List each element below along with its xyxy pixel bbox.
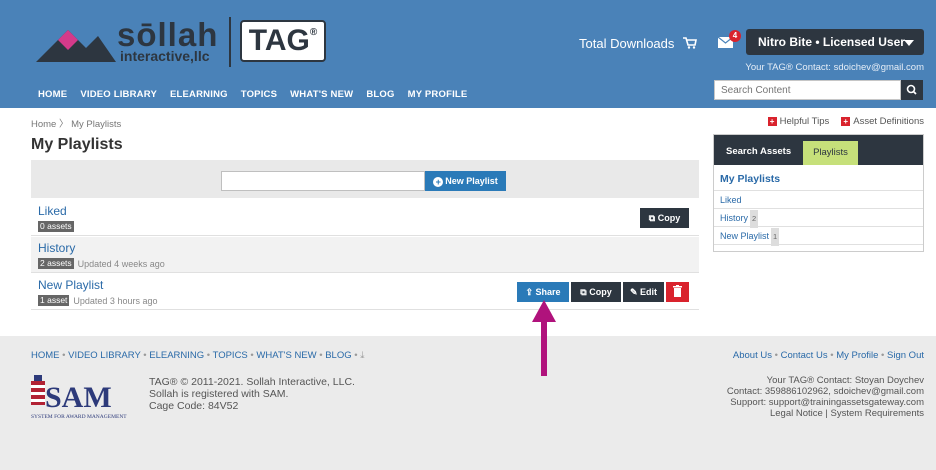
playlist-row-liked: Liked 0 assets ⧉ Copy xyxy=(31,200,699,236)
logo-brand-text: sōllah xyxy=(117,16,219,53)
main-nav: HOME VIDEO LIBRARY ELEARNING TOPICS WHAT… xyxy=(38,89,467,100)
share-icon: ⇪ xyxy=(525,287,536,297)
nav-blog[interactable]: BLOG xyxy=(366,89,394,100)
search-button[interactable] xyxy=(901,80,923,100)
breadcrumb: Home 〉 My Playlists xyxy=(31,116,121,130)
playlist-name[interactable]: History xyxy=(38,241,75,255)
asset-definitions-link[interactable]: + Asset Definitions xyxy=(841,116,924,127)
footer-link-elearning[interactable]: ELEARNING xyxy=(149,350,204,361)
footer-link-contact[interactable]: Contact Us xyxy=(781,350,828,361)
nav-home[interactable]: HOME xyxy=(38,89,67,100)
search-input[interactable] xyxy=(714,80,901,100)
cart-icon[interactable] xyxy=(683,37,697,49)
share-button[interactable]: ⇪ Share xyxy=(517,282,569,302)
helpful-tips-link[interactable]: + Helpful Tips xyxy=(767,116,829,127)
sidebar-item-history[interactable]: History 2 xyxy=(714,209,923,228)
playlist-row-new-playlist: New Playlist 1 asset Updated 3 hours ago… xyxy=(31,274,699,310)
svg-text:SYSTEM FOR AWARD MANAGEMENT: SYSTEM FOR AWARD MANAGEMENT xyxy=(31,414,127,420)
delete-button[interactable] xyxy=(666,282,689,302)
sollah-logo-icon[interactable] xyxy=(36,24,116,62)
nav-elearning[interactable]: ELEARNING xyxy=(170,89,228,100)
user-menu-button[interactable]: Nitro Bite • Licensed User xyxy=(746,29,924,55)
footer-account-links: About Us • Contact Us • My Profile • Sig… xyxy=(732,350,924,361)
trash-icon xyxy=(673,285,682,297)
nav-my-profile[interactable]: MY PROFILE xyxy=(408,89,468,100)
annotation-arrow-icon xyxy=(532,300,556,376)
copy-button[interactable]: ⧉ Copy xyxy=(571,282,621,302)
footer-nav: HOME • VIDEO LIBRARY • ELEARNING • TOPIC… xyxy=(31,350,365,361)
tag-logo[interactable]: TAG® xyxy=(240,20,326,62)
count-badge: 2 xyxy=(750,210,759,228)
updated-time: Updated 4 weeks ago xyxy=(77,258,165,269)
asset-count-badge: 2 assets xyxy=(38,258,74,269)
edit-button[interactable]: ✎ Edit xyxy=(623,282,664,302)
nav-topics[interactable]: TOPICS xyxy=(241,89,277,100)
playlist-sidebar: Search Assets Playlists My Playlists Lik… xyxy=(713,134,924,252)
tab-search-assets[interactable]: Search Assets xyxy=(726,146,791,157)
footer-link-sign-out[interactable]: Sign Out xyxy=(887,350,924,361)
playlist-row-history: History 2 assets Updated 4 weeks ago xyxy=(31,237,699,273)
mail-count-badge: 4 xyxy=(729,30,741,42)
sidebar-item-new-playlist[interactable]: New Playlist 1 xyxy=(714,227,923,246)
nav-whats-new[interactable]: WHAT'S NEW xyxy=(290,89,353,100)
svg-text:SAM: SAM xyxy=(45,381,112,414)
sidebar-item-liked[interactable]: Liked xyxy=(714,191,923,209)
new-playlist-button[interactable]: + New Playlist xyxy=(425,171,506,191)
playlist-name[interactable]: Liked xyxy=(38,204,67,218)
asset-count-badge: 0 assets xyxy=(38,221,74,232)
footer-link-video-library[interactable]: VIDEO LIBRARY xyxy=(68,350,141,361)
copyright-text: TAG® © 2011-2021. Sollah Interactive, LL… xyxy=(149,376,355,412)
copy-button[interactable]: ⧉ Copy xyxy=(640,208,689,228)
plus-icon: + xyxy=(841,117,851,126)
playlist-name[interactable]: New Playlist xyxy=(38,278,103,292)
count-badge: 1 xyxy=(771,228,780,246)
pencil-icon: ✎ xyxy=(629,287,641,297)
footer-link-blog[interactable]: BLOG xyxy=(325,350,351,361)
help-links: + Helpful Tips + Asset Definitions xyxy=(767,116,924,127)
sam-logo: SAM SYSTEM FOR AWARD MANAGEMENT xyxy=(31,375,127,420)
copy-icon: ⧉ xyxy=(648,213,658,223)
plus-circle-icon: + xyxy=(433,176,444,187)
download-icon[interactable]: ⤓ xyxy=(360,350,364,361)
asset-count-badge: 1 asset xyxy=(38,295,70,306)
site-header: sōllah interactive,llc TAG® Total Downlo… xyxy=(0,0,936,108)
playlist-meta: 0 assets xyxy=(38,221,74,232)
contact-info: Your TAG® Contact: Stoyan Doychev Contac… xyxy=(726,375,924,419)
tag-contact-text: Your TAG® Contact: sdoichev@gmail.com xyxy=(745,62,924,73)
playlist-meta: 1 asset Updated 3 hours ago xyxy=(38,295,157,306)
total-downloads-link[interactable]: Total Downloads xyxy=(579,36,674,51)
footer-link-home[interactable]: HOME xyxy=(31,350,60,361)
logo-sub-text: interactive,llc xyxy=(120,48,210,64)
copy-icon: ⧉ xyxy=(580,287,590,297)
main-content: Home 〉 My Playlists + Helpful Tips + Asset… xyxy=(0,108,936,336)
sidebar-tabs: Search Assets Playlists xyxy=(714,135,923,165)
new-playlist-bar: + New Playlist xyxy=(31,160,699,198)
breadcrumb-home[interactable]: Home xyxy=(31,119,56,130)
tab-playlists[interactable]: Playlists xyxy=(803,141,858,165)
sidebar-heading[interactable]: My Playlists xyxy=(714,167,923,191)
breadcrumb-separator-icon: 〉 xyxy=(58,119,72,130)
nav-video-library[interactable]: VIDEO LIBRARY xyxy=(80,89,157,100)
playlist-meta: 2 assets Updated 4 weeks ago xyxy=(38,258,165,269)
footer-link-topics[interactable]: TOPICS xyxy=(213,350,248,361)
page-title: My Playlists xyxy=(31,136,123,153)
footer-link-whats-new[interactable]: WHAT'S NEW xyxy=(256,350,316,361)
legal-links[interactable]: Legal Notice | System Requirements xyxy=(727,408,924,419)
user-name: Nitro Bite • Licensed User xyxy=(758,35,905,49)
logo-divider xyxy=(229,17,231,67)
search-icon xyxy=(906,84,917,95)
plus-icon: + xyxy=(767,117,777,126)
updated-time: Updated 3 hours ago xyxy=(73,295,158,306)
footer-link-profile[interactable]: My Profile xyxy=(836,350,878,361)
chevron-down-icon xyxy=(904,40,914,46)
footer-link-about[interactable]: About Us xyxy=(733,350,772,361)
breadcrumb-current: My Playlists xyxy=(71,119,122,130)
new-playlist-name-input[interactable] xyxy=(221,171,425,191)
